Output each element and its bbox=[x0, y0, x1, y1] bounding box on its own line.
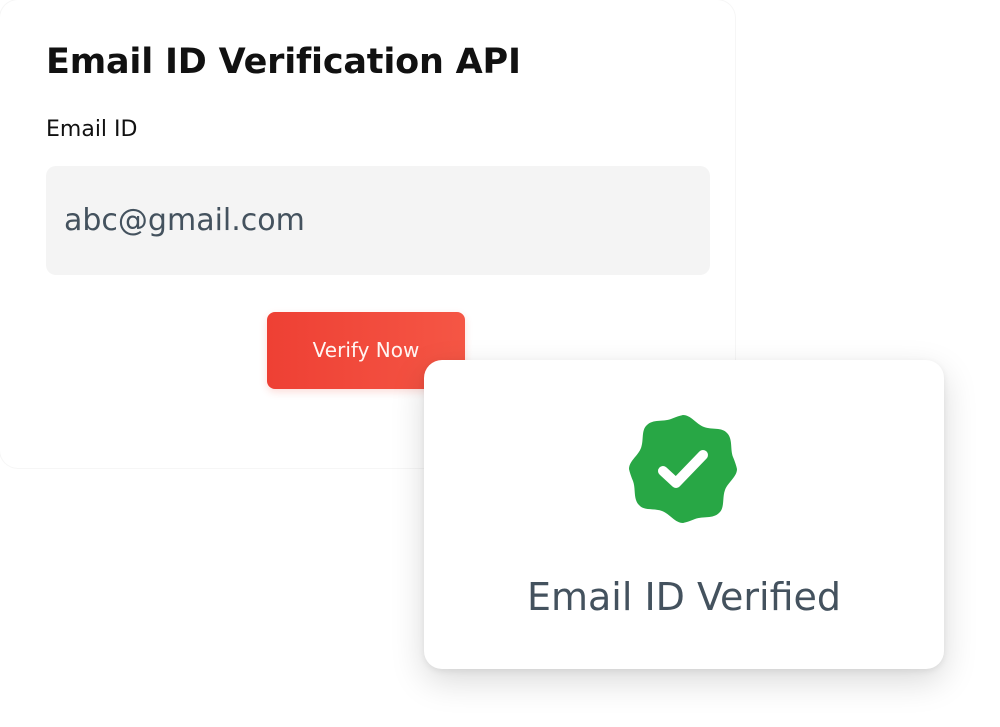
email-verified-message: Email ID Verified bbox=[526, 575, 842, 619]
verified-badge-icon bbox=[629, 415, 737, 523]
email-field-label: Email ID bbox=[46, 117, 138, 142]
email-verification-page: Email ID Verification API Email ID Verif… bbox=[0, 0, 1000, 727]
email-input[interactable] bbox=[46, 166, 710, 275]
page-title: Email ID Verification API bbox=[46, 42, 521, 82]
